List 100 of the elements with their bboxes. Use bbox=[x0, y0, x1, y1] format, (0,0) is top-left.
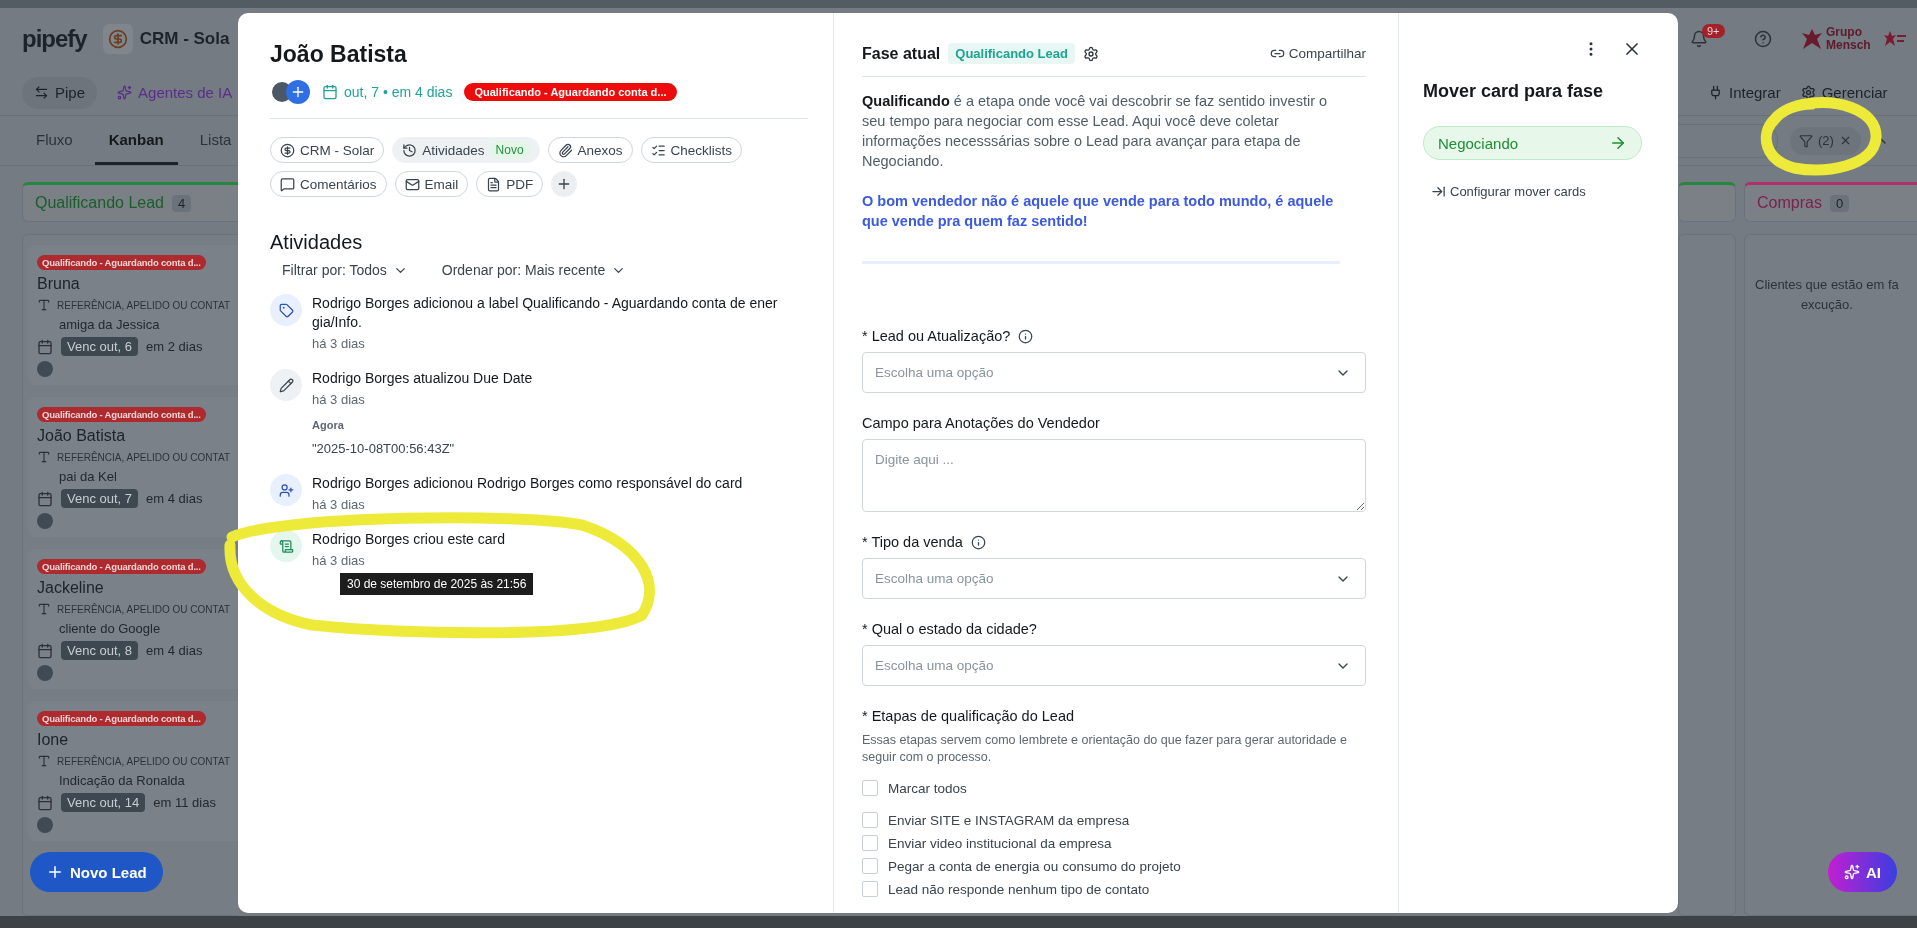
card-title: João Batista bbox=[37, 427, 127, 445]
select-all-checkbox[interactable]: Marcar todos bbox=[862, 780, 1366, 796]
phase-heading: Fase atual bbox=[862, 44, 941, 63]
text-field-icon bbox=[37, 754, 51, 768]
checklist-option[interactable]: Lead não responde nenhum tipo de contato bbox=[862, 881, 1366, 897]
card-label[interactable]: Qualificando - Aguardando conta d... bbox=[464, 83, 677, 101]
add-assignee-button[interactable] bbox=[286, 80, 310, 104]
due-date[interactable]: out, 7 • em 4 dias bbox=[322, 84, 453, 100]
section-chip[interactable]: Atividades Novo bbox=[392, 137, 540, 163]
phase-motto: O bom vendedor não é aquele que vende para todo mundo, é aquele que vende pra quem faz sentido! bbox=[862, 192, 1334, 231]
card-count: 0 bbox=[1829, 194, 1850, 212]
info-icon[interactable] bbox=[970, 534, 986, 550]
phase-title: Qualificando Lead bbox=[35, 194, 164, 212]
settings-icon[interactable] bbox=[1082, 45, 1099, 62]
card-title: Bruna bbox=[37, 275, 81, 293]
phase-title: Compras bbox=[1757, 194, 1822, 212]
field-value: pai da Kel bbox=[58, 469, 118, 484]
add-section-button[interactable] bbox=[551, 171, 578, 197]
sparkles-icon bbox=[1844, 864, 1860, 880]
due-date: Venc out, 6 bbox=[61, 337, 139, 356]
header-action[interactable]: Integrar bbox=[1708, 76, 1781, 109]
header-action[interactable]: Gerenciar bbox=[1800, 76, 1888, 109]
share-link[interactable]: Compartilhar bbox=[1269, 46, 1366, 61]
section-chip[interactable]: Checklists bbox=[640, 137, 743, 163]
date-tooltip: 30 de setembro de 2025 às 21:56 bbox=[340, 573, 534, 595]
brand-small-logo-icon bbox=[1884, 30, 1906, 48]
field-label: * Lead ou Atualização? bbox=[862, 328, 1366, 344]
section-chip[interactable]: PDF bbox=[476, 171, 544, 197]
checklist-option[interactable]: Enviar SITE e INSTAGRAM da empresa bbox=[862, 812, 1366, 828]
activity-text: Rodrigo Borges adicionou Rodrigo Borges como responsável do card bbox=[312, 474, 744, 493]
detail-value: "2025-10-08T00:56:43Z" bbox=[312, 441, 456, 456]
kanban-card[interactable]: Qualificando - Aguardando conta d... Jackeline REFERÊNCIA, APELIDO OU CONTAT cliente do Google Venc out, 8 em 4 dias bbox=[29, 549, 238, 689]
checklist-option[interactable]: Pegar a conta de energia ou consumo do projeto bbox=[862, 858, 1366, 874]
pipefy-logo[interactable]: pipefy bbox=[22, 25, 87, 53]
configure-link[interactable]: Configurar mover cards bbox=[1431, 184, 1642, 199]
text-field-icon bbox=[37, 298, 51, 312]
sort-dropdown[interactable]: Ordenar por: Mais recente bbox=[441, 262, 627, 278]
detail-label: Agora bbox=[312, 419, 345, 431]
new-lead-button[interactable]: Novo Lead bbox=[30, 852, 163, 892]
select-field[interactable]: Escolha uma opção bbox=[862, 558, 1366, 599]
bell-icon[interactable] bbox=[1690, 30, 1708, 48]
user-plus-icon bbox=[270, 474, 302, 506]
plug-icon bbox=[1708, 85, 1723, 100]
card-title: Jackeline bbox=[37, 579, 105, 597]
kanban-card[interactable]: Qualificando - Aguardando conta d... João Batista REFERÊNCIA, APELIDO OU CONTAT pai da Kel Venc out, 7 em 4 dias bbox=[29, 397, 238, 537]
activity-time: há 3 dias bbox=[312, 392, 366, 407]
filter-dropdown[interactable]: Filtrar por: Todos bbox=[282, 262, 408, 278]
select-field[interactable]: Escolha uma opção bbox=[862, 645, 1366, 686]
calendar-icon bbox=[322, 84, 338, 100]
field-label: REFERÊNCIA, APELIDO OU CONTAT bbox=[57, 603, 230, 615]
avatar bbox=[37, 361, 53, 377]
activity-time: há 3 dias bbox=[312, 553, 366, 568]
field-label: * Qual o estado da cidade? bbox=[862, 621, 1038, 637]
card-label: Qualificando - Aguardando conta d... bbox=[37, 255, 206, 270]
history-icon bbox=[402, 142, 418, 158]
view-tab[interactable]: Kanban bbox=[94, 116, 178, 165]
phase-description: Qualificando é a etapa onde você vai descobrir se faz sentido investir o seu tempo para negociar com esse Lead. Aqui você deve coletar informações necesssárias sobre o Lead para avançar para etapa de Negociando. bbox=[862, 92, 1329, 171]
avatar bbox=[37, 817, 53, 833]
text-field-icon bbox=[37, 450, 51, 464]
due-relative: em 11 dias bbox=[153, 795, 216, 810]
pencil-icon bbox=[270, 369, 302, 401]
due-relative: em 4 dias bbox=[146, 643, 203, 658]
help-icon[interactable] bbox=[1754, 30, 1772, 48]
phase-chip: Qualificando Lead bbox=[948, 43, 1075, 64]
notes-field[interactable]: Digite aqui ... bbox=[862, 439, 1366, 512]
field-label: REFERÊNCIA, APELIDO OU CONTAT bbox=[57, 451, 230, 463]
new-badge: Novo bbox=[489, 141, 530, 159]
due-date: Venc out, 8 bbox=[61, 641, 139, 660]
checklist-icon bbox=[650, 142, 666, 158]
avatar bbox=[37, 513, 53, 529]
arrow-right-icon bbox=[1609, 134, 1627, 152]
move-to-phase-button[interactable]: Negociando bbox=[1423, 126, 1642, 160]
card-label: Qualificando - Aguardando conta d... bbox=[37, 559, 206, 574]
plus-icon bbox=[46, 863, 64, 881]
empty-phase-text: Clientes que estão em fa excução. bbox=[1755, 276, 1899, 314]
paperclip-icon bbox=[557, 142, 573, 158]
card-label: Qualificando - Aguardando conta d... bbox=[37, 711, 206, 726]
activity-text: Rodrigo Borges adicionou a label Qualificando - Aguardando conta de energia/Info. bbox=[312, 294, 779, 332]
field-label: * Etapas de qualificação do Lead bbox=[862, 708, 1076, 724]
text-field-icon bbox=[37, 602, 51, 616]
brand-logo-icon bbox=[1800, 27, 1824, 51]
due-relative: em 4 dias bbox=[146, 491, 203, 506]
view-tab[interactable]: Fluxo bbox=[22, 116, 87, 165]
pipe-button[interactable]: Pipe bbox=[22, 76, 98, 109]
move-heading: Mover card para fase bbox=[1423, 81, 1605, 102]
kanban-card[interactable]: Qualificando - Aguardando conta d... Bruna REFERÊNCIA, APELIDO OU CONTAT amiga da Jessica Venc out, 6 em 2 dias bbox=[29, 245, 238, 385]
section-chip[interactable]: CRM - Solar bbox=[270, 137, 385, 163]
section-chip[interactable]: Email bbox=[394, 171, 469, 197]
field-help: Essas etapas servem como lembrete e orientação do que fazer para gerar autoridade e seguir com o processo. bbox=[862, 732, 1348, 766]
plus-icon bbox=[290, 84, 306, 100]
select-field[interactable]: Escolha uma opção bbox=[862, 352, 1366, 393]
pipe-name[interactable]: CRM - Sola bbox=[139, 29, 230, 49]
checklist-option[interactable]: Enviar video institucional da empresa bbox=[862, 835, 1366, 851]
field-label: * Tipo da venda bbox=[862, 534, 1366, 550]
info-icon[interactable] bbox=[1018, 328, 1034, 344]
section-chip[interactable]: Comentários bbox=[270, 171, 387, 197]
kanban-card[interactable]: Qualificando - Aguardando conta d... Ione REFERÊNCIA, APELIDO OU CONTAT Indicação da Ronalda Venc out, 14 em 11 dias bbox=[29, 701, 238, 841]
due-date: Venc out, 7 bbox=[61, 489, 139, 508]
card-title: João Batista bbox=[270, 41, 408, 68]
section-chip[interactable]: Anexos bbox=[547, 137, 633, 163]
